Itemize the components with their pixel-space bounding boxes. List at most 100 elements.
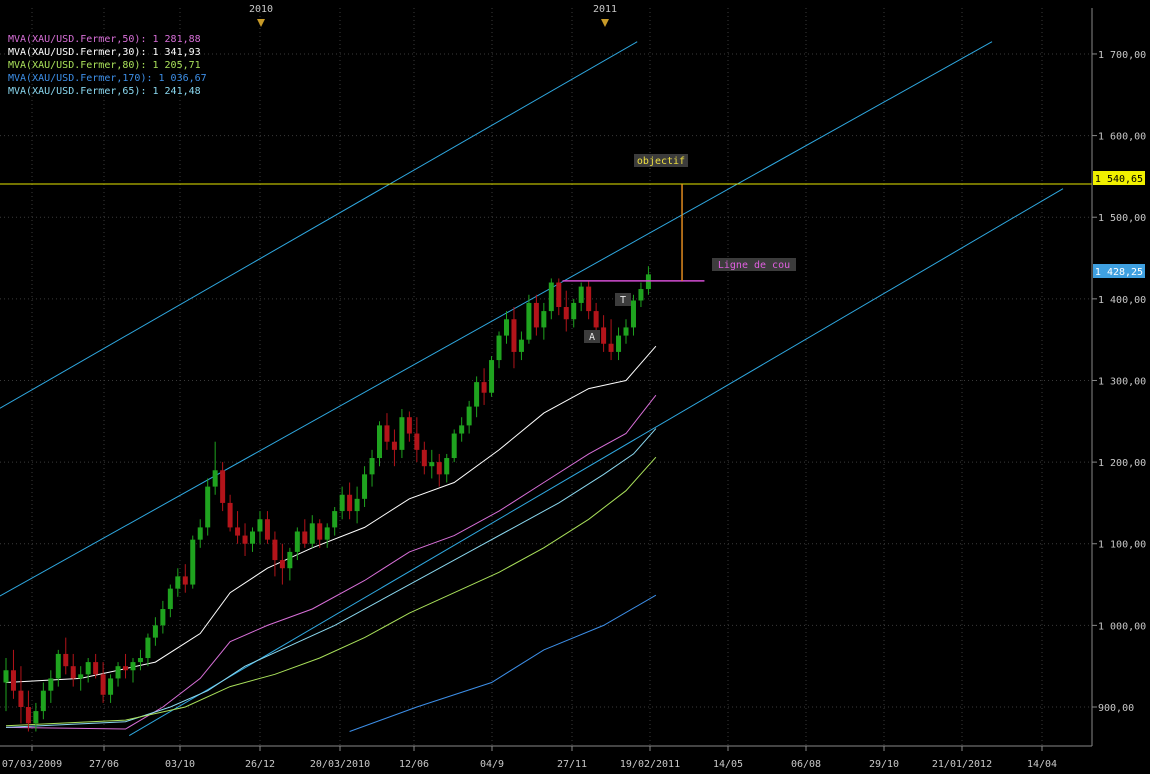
objective-price-badge: 1 540,65 — [1093, 171, 1145, 185]
candle-body — [436, 462, 442, 475]
candle-body — [137, 658, 143, 663]
candle-body — [601, 327, 607, 344]
candle-body — [287, 551, 293, 569]
candle-body — [302, 531, 308, 544]
x-tick-label: 20/03/2010 — [310, 759, 370, 770]
y-tick-label: 1 200,00 — [1098, 458, 1146, 469]
candle-body — [541, 311, 547, 328]
candle-body — [496, 335, 502, 361]
point-a-label[interactable]: A — [584, 330, 600, 343]
candle-body — [227, 502, 233, 528]
x-tick-label: 21/01/2012 — [932, 759, 992, 770]
candle-body — [63, 653, 69, 667]
candle-body — [108, 678, 114, 695]
candle-body — [220, 470, 226, 503]
candle-body — [272, 539, 278, 561]
candle-body — [33, 711, 39, 724]
candle-body — [414, 433, 420, 450]
candle-body — [362, 474, 368, 499]
candle-body — [623, 327, 629, 336]
y-tick-label: 1 300,00 — [1098, 376, 1146, 387]
candle-body — [571, 302, 577, 320]
candle-body — [294, 531, 300, 552]
legend-item-mva65: MVA(XAU/USD.Fermer,65): 1 241,48 — [8, 86, 201, 97]
x-tick-label: 03/10 — [165, 759, 195, 770]
x-tick-label: 27/06 — [89, 759, 119, 770]
y-tick-label: 1 400,00 — [1098, 295, 1146, 306]
candle-body — [78, 674, 84, 679]
objectif-label[interactable]: objectif — [634, 154, 688, 167]
candle-body — [205, 486, 211, 528]
candle-body — [197, 527, 203, 540]
objectif-label-text: objectif — [637, 156, 685, 167]
candle-body — [384, 425, 390, 442]
candle-body — [190, 539, 196, 585]
neckline-label-text: Ligne de cou — [718, 260, 790, 271]
candle-body — [391, 441, 397, 450]
candle-body — [578, 286, 584, 303]
candle-body — [503, 319, 509, 336]
candle-body — [399, 417, 405, 450]
candle-body — [481, 382, 487, 393]
year-marker-label: 2011 — [593, 4, 617, 15]
candle-body — [466, 406, 472, 426]
x-tick-label: 14/04 — [1027, 759, 1057, 770]
x-tick-label: 06/08 — [791, 759, 821, 770]
candle-body — [18, 690, 24, 707]
candle-body — [429, 462, 435, 467]
y-tick-label: 1 700,00 — [1098, 50, 1146, 61]
x-tick-label: 12/06 — [399, 759, 429, 770]
legend-item-mva170: MVA(XAU/USD.Fermer,170): 1 036,67 — [8, 73, 207, 84]
candle-body — [339, 494, 345, 512]
candle-body — [317, 523, 323, 540]
neckline-label[interactable]: Ligne de cou — [712, 258, 796, 271]
candle-body — [93, 662, 99, 675]
current-price-badge: 1 428,25 — [1093, 264, 1145, 278]
candle-body — [48, 678, 54, 691]
y-tick-label: 900,00 — [1098, 703, 1134, 714]
candle-body — [55, 653, 61, 679]
legend: MVA(XAU/USD.Fermer,50): 1 281,88 MVA(XAU… — [8, 34, 207, 97]
candle-body — [115, 666, 121, 679]
candle-body — [489, 360, 495, 393]
x-tick-label: 29/10 — [869, 759, 899, 770]
candle-body — [332, 511, 338, 528]
candle-body — [406, 417, 412, 434]
candle-body — [257, 519, 263, 532]
candle-body — [474, 382, 480, 407]
candle-body — [347, 494, 353, 512]
x-tick-label: 14/05 — [713, 759, 743, 770]
y-tick-label: 1 600,00 — [1098, 132, 1146, 143]
candle-body — [324, 527, 330, 540]
candle-body — [630, 300, 636, 328]
candle-body — [616, 335, 622, 352]
candle-body — [645, 274, 651, 290]
candle-body — [638, 289, 644, 301]
y-tick-label: 1 100,00 — [1098, 540, 1146, 551]
y-tick-label: 1 000,00 — [1098, 621, 1146, 632]
candle-body — [444, 458, 450, 475]
candle-body — [586, 286, 592, 312]
legend-item-mva50: MVA(XAU/USD.Fermer,50): 1 281,88 — [8, 34, 201, 45]
candle-body — [451, 433, 457, 459]
candle-body — [563, 307, 569, 320]
objective-price-badge-text: 1 540,65 — [1095, 174, 1143, 185]
candle-body — [279, 560, 285, 569]
candle-body — [25, 707, 31, 724]
candle-body — [518, 339, 524, 352]
legend-item-mva80: MVA(XAU/USD.Fermer,80): 1 205,71 — [8, 60, 201, 71]
candle-body — [421, 449, 427, 467]
point-t-label[interactable]: T — [615, 293, 631, 306]
candle-body — [459, 425, 465, 434]
candle-body — [242, 535, 248, 544]
current-price-badge-text: 1 428,25 — [1095, 267, 1143, 278]
candle-body — [152, 625, 158, 638]
candle-body — [608, 343, 614, 352]
candle-body — [175, 576, 181, 589]
y-tick-label: 1 500,00 — [1098, 213, 1146, 224]
candle-body — [212, 470, 218, 487]
candle-body — [556, 282, 562, 308]
candle-body — [167, 588, 173, 610]
candle-body — [235, 527, 241, 536]
candle-body — [250, 531, 256, 544]
